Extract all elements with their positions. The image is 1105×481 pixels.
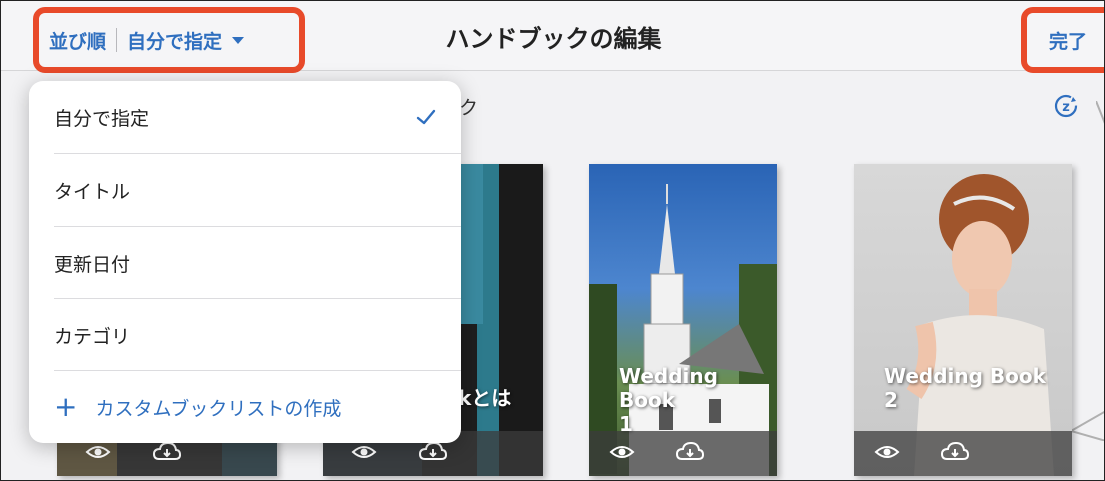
book-title-line: kとは (458, 386, 512, 410)
menu-item-label: 更新日付 (54, 253, 131, 276)
menu-item-updated-date[interactable]: 更新日付 (29, 227, 461, 299)
app-window: 並び順 自分で指定 ハンドブックの編集 完了 ク z kとは Wedding B… (0, 0, 1105, 481)
decorative-line-top (1096, 101, 1104, 124)
menu-item-label: タイトル (54, 180, 131, 203)
book-title: Wedding Book 2 (884, 364, 1046, 412)
eye-icon[interactable] (609, 441, 635, 463)
decorative-line-bottom (1071, 411, 1104, 441)
bride-image (906, 174, 1054, 476)
cloud-download-icon[interactable] (675, 441, 705, 463)
cloud-download-icon[interactable] (152, 441, 182, 463)
eye-icon[interactable] (351, 441, 377, 463)
checkmark-icon (416, 109, 436, 125)
cloud-download-icon[interactable] (940, 441, 970, 463)
book-title: Wedding Book 1 (619, 364, 777, 436)
eye-icon[interactable] (874, 441, 900, 463)
page-title: ハンドブックの編集 (445, 25, 662, 53)
menu-item-title[interactable]: タイトル (29, 154, 461, 226)
book-card[interactable]: Wedding Book 2 (854, 164, 1072, 476)
book-card[interactable]: Wedding Book 1 (589, 164, 777, 476)
create-booklist-label: カスタムブックリストの作成 (95, 397, 342, 420)
eye-icon[interactable] (85, 441, 111, 463)
menu-item-custom[interactable]: 自分で指定 (29, 81, 461, 153)
header-bar: 並び順 自分で指定 ハンドブックの編集 完了 (1, 1, 1104, 73)
menu-item-label: カテゴリ (54, 325, 131, 348)
create-custom-booklist-button[interactable]: + カスタムブックリストの作成 (29, 371, 461, 443)
book-action-bar (854, 431, 1072, 476)
book-title-line: 2 (884, 388, 898, 412)
book-title-line: Wedding Book (884, 364, 1046, 388)
cloud-download-icon[interactable] (418, 441, 448, 463)
done-button[interactable]: 完了 (1021, 7, 1104, 73)
sort-menu: 自分で指定 タイトル 更新日付 カテゴリ + カスタムブックリストの作成 (29, 81, 461, 443)
menu-item-label: 自分で指定 (54, 107, 150, 130)
section-label: ク (459, 97, 479, 119)
book-title-line: Wedding Book (619, 364, 718, 412)
book-title: kとは (458, 386, 511, 410)
sync-icon[interactable]: z (1051, 91, 1081, 121)
menu-item-category[interactable]: カテゴリ (29, 299, 461, 371)
plus-icon: + (54, 390, 78, 423)
book-action-bar (589, 431, 777, 476)
svg-text:z: z (1062, 100, 1070, 115)
